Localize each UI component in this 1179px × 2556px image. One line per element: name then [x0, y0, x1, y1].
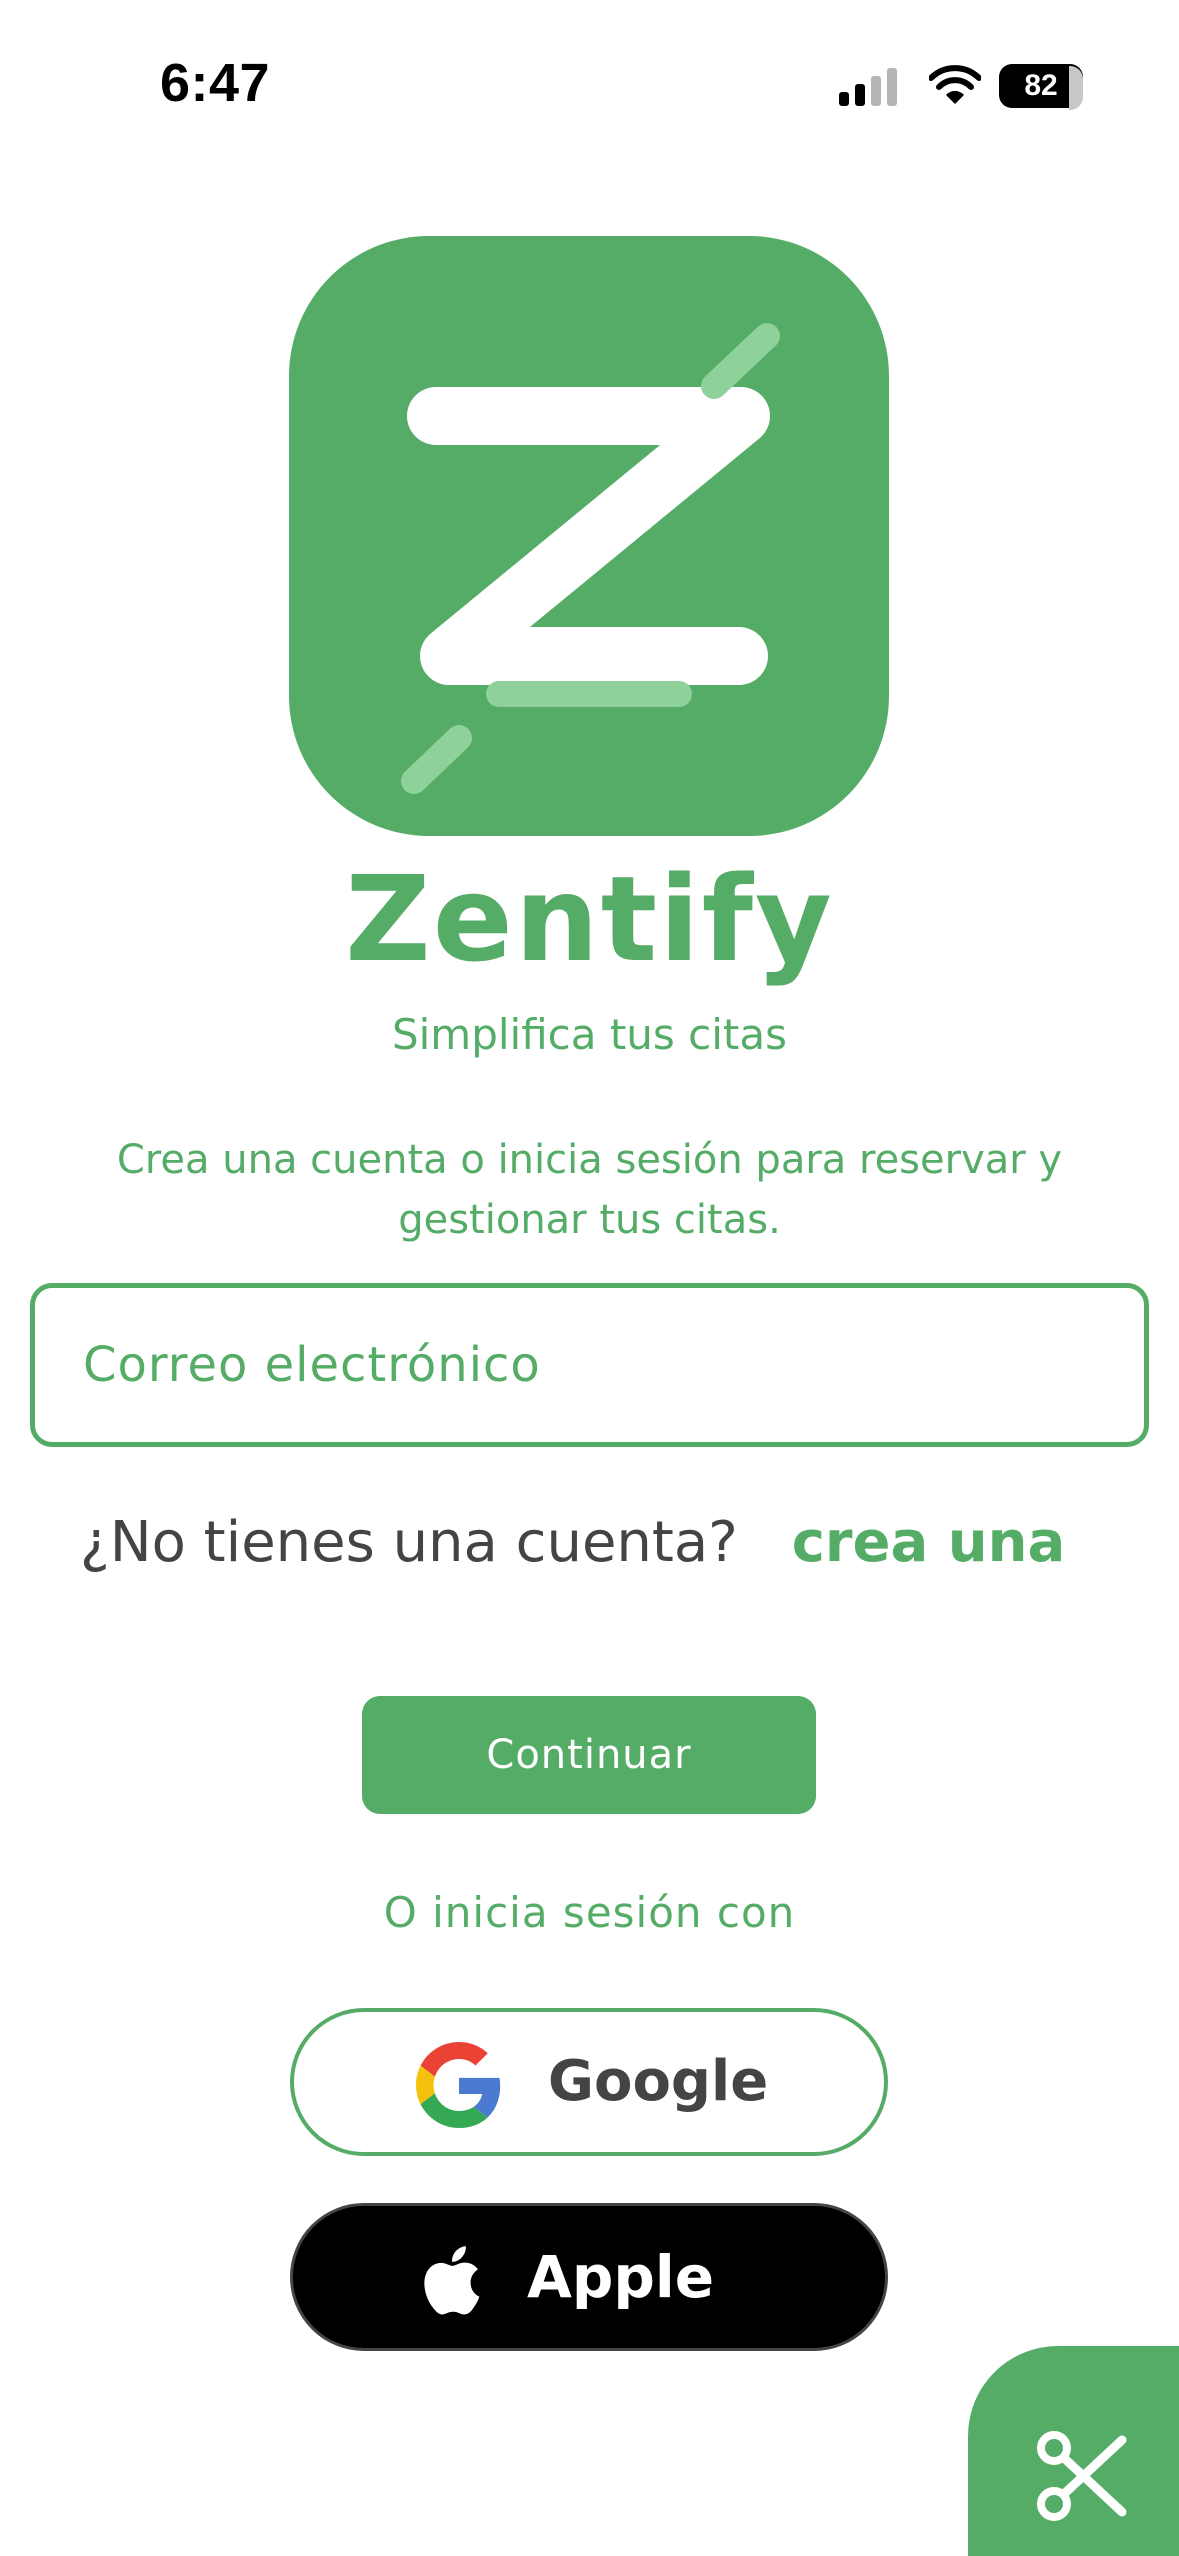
google-label: Google [548, 2049, 769, 2114]
wifi-icon [929, 65, 981, 104]
google-signin-button[interactable]: Google [290, 2008, 888, 2156]
apple-label: Apple [527, 2243, 715, 2311]
login-screen: 6:47 82 Zentify Simplifica tus citas Cre [0, 0, 1179, 2556]
signup-question: ¿No tienes una cuenta? [80, 1510, 738, 1575]
intro-description: Crea una cuenta o inicia sesión para res… [116, 1137, 1063, 1243]
apple-icon [424, 2246, 480, 2315]
zentify-logo [289, 236, 889, 836]
scissors-icon [1037, 2431, 1127, 2521]
email-placeholder: Correo electrónico [83, 1337, 541, 1393]
cellular-signal-icon [839, 68, 897, 106]
social-divider-label: O inicia sesión con [383, 1888, 796, 1937]
zentify-z-logo-icon [401, 323, 780, 794]
apple-signin-button[interactable]: Apple [290, 2203, 888, 2351]
continue-button[interactable]: Continuar [362, 1696, 816, 1814]
google-icon [416, 2042, 501, 2128]
create-account-link[interactable]: crea una [792, 1510, 1066, 1575]
brand-tagline: Simplifica tus citas [391, 1010, 788, 1059]
scissors-fab-button[interactable] [968, 2346, 1179, 2556]
signup-row: ¿No tienes una cuenta? crea una [80, 1510, 1065, 1590]
status-time: 6:47 [160, 53, 271, 113]
battery-empty-segment [1069, 66, 1083, 110]
email-field[interactable]: Correo electrónico [30, 1283, 1149, 1447]
brand-name: Zentify [345, 850, 834, 988]
battery-level: 82 [1024, 69, 1058, 102]
battery-indicator: 82 [999, 64, 1083, 110]
